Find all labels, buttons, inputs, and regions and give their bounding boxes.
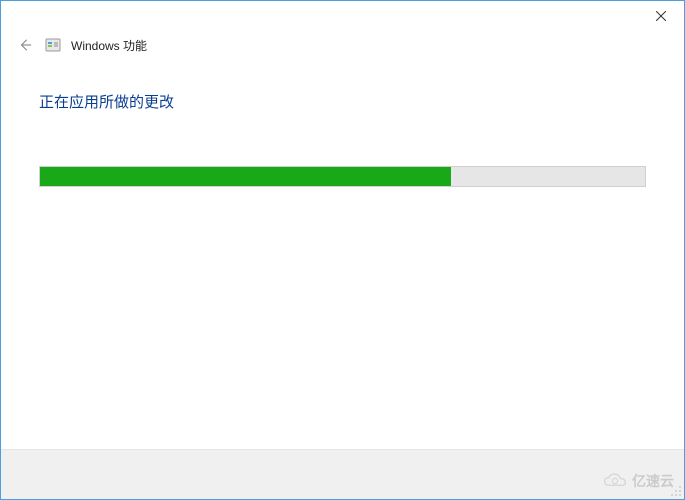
header-bar: Windows 功能 — [1, 31, 684, 65]
window-title: Windows 功能 — [71, 37, 147, 54]
close-icon — [656, 11, 666, 21]
progress-fill — [40, 167, 451, 186]
progress-bar — [39, 166, 646, 187]
back-arrow-icon — [18, 38, 32, 52]
back-button[interactable] — [15, 35, 35, 55]
content-area: 正在应用所做的更改 — [1, 65, 684, 449]
resize-grip-icon[interactable] — [670, 485, 682, 497]
status-heading: 正在应用所做的更改 — [39, 91, 646, 112]
windows-features-icon — [45, 37, 61, 53]
dialog-window: Windows 功能 正在应用所做的更改 亿速云 — [0, 0, 685, 500]
titlebar — [1, 1, 684, 31]
footer-bar — [1, 449, 684, 499]
close-button[interactable] — [638, 1, 684, 31]
